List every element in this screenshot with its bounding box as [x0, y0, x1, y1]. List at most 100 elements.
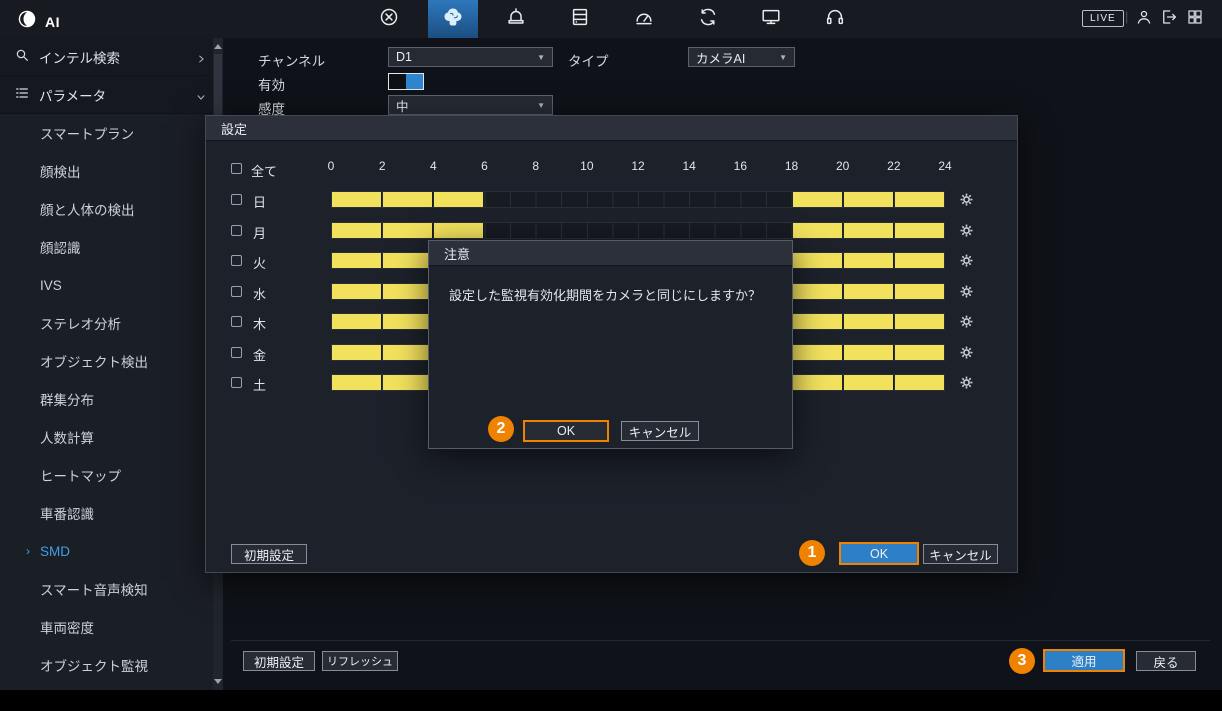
- type-select[interactable]: カメラAI ▼: [688, 47, 795, 67]
- day-checkbox[interactable]: [231, 316, 242, 327]
- schedule-segment[interactable]: [844, 284, 893, 299]
- schedule-segment[interactable]: [332, 345, 381, 360]
- schedule-bar[interactable]: [331, 222, 945, 239]
- schedule-bar[interactable]: [331, 191, 945, 208]
- caution-ok-button[interactable]: OK: [523, 420, 609, 442]
- sidebar-item-6[interactable]: オブジェクト検出: [0, 342, 218, 380]
- day-checkbox[interactable]: [231, 225, 242, 236]
- tab-storage[interactable]: [555, 0, 605, 38]
- sidebar-item-12[interactable]: スマート音声検知: [0, 570, 218, 608]
- day-checkbox[interactable]: [231, 377, 242, 388]
- schedule-segment[interactable]: [895, 314, 944, 329]
- schedule-segment[interactable]: [383, 375, 432, 390]
- day-checkbox[interactable]: [231, 347, 242, 358]
- schedule-segment[interactable]: [332, 375, 381, 390]
- sidebar-item-9[interactable]: ヒートマップ: [0, 456, 218, 494]
- schedule-segment[interactable]: [895, 223, 944, 238]
- schedule-segment[interactable]: [383, 192, 432, 207]
- scroll-down-arrow-icon[interactable]: [214, 679, 222, 684]
- schedule-segment[interactable]: [434, 223, 483, 238]
- settings-default-button[interactable]: 初期設定: [231, 544, 307, 564]
- schedule-segment[interactable]: [793, 253, 842, 268]
- day-checkbox[interactable]: [231, 286, 242, 297]
- tab-audio[interactable]: [810, 0, 860, 38]
- schedule-segment[interactable]: [793, 314, 842, 329]
- sensitivity-select[interactable]: 中 ▼: [388, 95, 553, 115]
- schedule-segment[interactable]: [895, 192, 944, 207]
- sidebar-item-label: IVS: [40, 278, 62, 293]
- tab-maintain[interactable]: [683, 0, 733, 38]
- schedule-segment[interactable]: [793, 345, 842, 360]
- schedule-segment[interactable]: [844, 314, 893, 329]
- logout-icon[interactable]: [1159, 9, 1179, 29]
- schedule-segment[interactable]: [332, 223, 381, 238]
- schedule-segment[interactable]: [844, 345, 893, 360]
- sidebar-item-10[interactable]: 車番認識: [0, 494, 218, 532]
- schedule-segment[interactable]: [844, 223, 893, 238]
- day-checkbox[interactable]: [231, 194, 242, 205]
- sidebar-item-label: 車両密度: [40, 617, 94, 637]
- schedule-segment[interactable]: [332, 314, 381, 329]
- sidebar-item-7[interactable]: 群集分布: [0, 380, 218, 418]
- tab-alarm[interactable]: [491, 0, 541, 38]
- schedule-segment[interactable]: [895, 253, 944, 268]
- footer-default-button[interactable]: 初期設定: [243, 651, 315, 671]
- schedule-segment[interactable]: [434, 192, 483, 207]
- scroll-up-arrow-icon[interactable]: [214, 44, 222, 49]
- sidebar-item-2[interactable]: 顔と人体の検出: [0, 190, 218, 228]
- schedule-segment[interactable]: [844, 192, 893, 207]
- tab-display[interactable]: [746, 0, 796, 38]
- footer-refresh-button[interactable]: リフレッシュ: [322, 651, 398, 671]
- schedule-segment[interactable]: [383, 253, 432, 268]
- gear-icon[interactable]: [959, 223, 975, 239]
- caution-cancel-button[interactable]: キャンセル: [621, 421, 699, 441]
- gear-icon[interactable]: [959, 284, 975, 300]
- schedule-segment[interactable]: [332, 192, 381, 207]
- apply-button[interactable]: 適用: [1043, 649, 1125, 672]
- settings-cancel-button[interactable]: キャンセル: [923, 544, 998, 564]
- schedule-segment[interactable]: [895, 345, 944, 360]
- sidebar-item-5[interactable]: ステレオ分析: [0, 304, 218, 342]
- schedule-segment[interactable]: [793, 375, 842, 390]
- gear-icon[interactable]: [959, 345, 975, 361]
- tab-ai[interactable]: [428, 0, 478, 38]
- day-checkbox[interactable]: [231, 255, 242, 266]
- tab-network[interactable]: [619, 0, 669, 38]
- schedule-segment[interactable]: [332, 284, 381, 299]
- channel-select[interactable]: D1 ▼: [388, 47, 553, 67]
- tab-ai-search[interactable]: [364, 0, 414, 38]
- sidebar-item-0[interactable]: スマートプラン: [0, 114, 218, 152]
- schedule-segment[interactable]: [793, 223, 842, 238]
- schedule-segment[interactable]: [793, 284, 842, 299]
- sidebar-item-3[interactable]: 顔認識: [0, 228, 218, 266]
- schedule-segment[interactable]: [383, 345, 432, 360]
- live-badge[interactable]: LIVE: [1082, 10, 1124, 27]
- settings-ok-button[interactable]: OK: [839, 542, 919, 565]
- gear-icon[interactable]: [959, 314, 975, 330]
- schedule-segment[interactable]: [895, 375, 944, 390]
- sidebar-group-intel-search[interactable]: インテル検索: [0, 38, 218, 76]
- gear-icon[interactable]: [959, 375, 975, 391]
- gear-icon[interactable]: [959, 192, 975, 208]
- back-button[interactable]: 戻る: [1136, 651, 1196, 671]
- sidebar-item-smd[interactable]: ›SMD: [0, 532, 218, 570]
- sidebar-group-parameters[interactable]: パラメータ: [0, 76, 218, 114]
- sidebar-item-8[interactable]: 人数計算: [0, 418, 218, 456]
- schedule-segment[interactable]: [844, 375, 893, 390]
- schedule-segment[interactable]: [895, 284, 944, 299]
- sidebar-item-4[interactable]: IVS: [0, 266, 218, 304]
- hour-label: 0: [328, 159, 335, 173]
- schedule-segment[interactable]: [844, 253, 893, 268]
- schedule-segment[interactable]: [383, 223, 432, 238]
- gear-icon[interactable]: [959, 253, 975, 269]
- sidebar-item-13[interactable]: 車両密度: [0, 608, 218, 646]
- schedule-segment[interactable]: [793, 192, 842, 207]
- enabled-toggle[interactable]: [388, 73, 424, 90]
- schedule-segment[interactable]: [383, 314, 432, 329]
- grid-icon[interactable]: [1185, 9, 1205, 29]
- schedule-segment[interactable]: [383, 284, 432, 299]
- user-icon[interactable]: [1134, 9, 1154, 29]
- schedule-segment[interactable]: [332, 253, 381, 268]
- sidebar-item-14[interactable]: オブジェクト監視: [0, 646, 218, 684]
- sidebar-item-1[interactable]: 顔検出: [0, 152, 218, 190]
